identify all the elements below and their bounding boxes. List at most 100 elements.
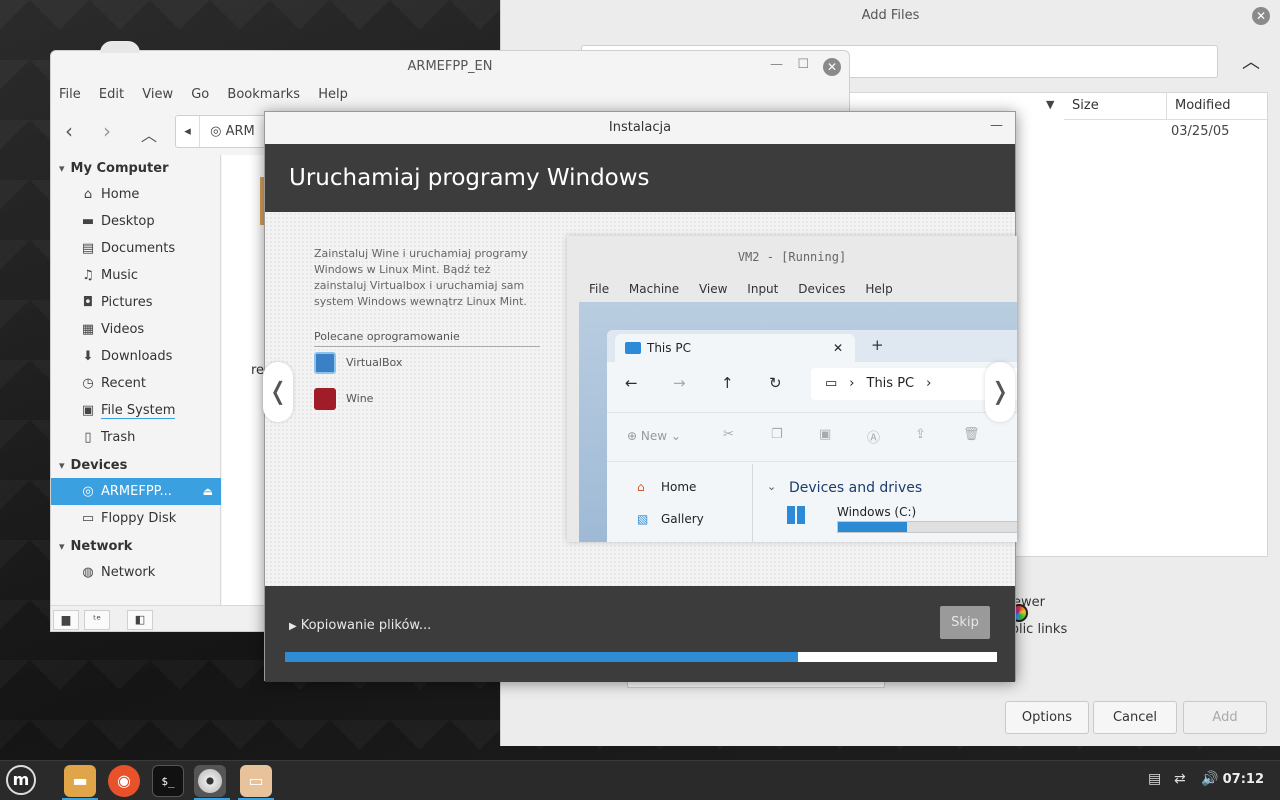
sidebar-item-pictures[interactable]: ◘ Pictures	[51, 289, 221, 316]
sidebar-item-documents[interactable]: ▤ Documents	[51, 235, 221, 262]
floppy-icon: ▭	[81, 511, 95, 526]
installer-footer: ▶ Kopiowanie plików... Skip	[265, 586, 1015, 682]
maximize-icon[interactable]: ☐	[797, 57, 809, 72]
sidebar-item-recent[interactable]: ◷ Recent	[51, 370, 221, 397]
film-icon: ▦	[81, 322, 95, 337]
network-icon[interactable]: ⇄	[1174, 771, 1186, 787]
delete-icon: 🗑	[963, 427, 980, 442]
menu-bookmarks[interactable]: Bookmarks	[227, 87, 300, 102]
home-icon: ⌂	[83, 187, 93, 202]
slideshow: Zainstaluj Wine i uruchamiaj programy Wi…	[263, 212, 1017, 586]
plus-icon: +	[871, 336, 884, 354]
location-back-icon[interactable]: ◂	[176, 116, 200, 147]
notes-icon[interactable]: ▤	[1148, 771, 1161, 787]
sidebar-item-label: File System	[101, 403, 176, 419]
places-view-icon[interactable]: ▆	[53, 610, 79, 630]
clock[interactable]: 07:12	[1223, 772, 1264, 787]
arrow-up-icon: ↑	[721, 374, 734, 392]
next-slide-button[interactable]: ❭	[985, 362, 1015, 422]
clock-icon: ◷	[82, 376, 94, 391]
globe-icon: ◍	[82, 565, 94, 580]
sidebar-item-network[interactable]: ◍ Network	[51, 559, 221, 586]
cancel-button[interactable]: Cancel	[1093, 701, 1177, 734]
vm-menu-machine: Machine	[628, 282, 680, 296]
folder-icon[interactable]: ▬	[64, 765, 96, 797]
forward-icon[interactable]: ›	[103, 119, 111, 143]
sidebar-item-floppy[interactable]: ▭ Floppy Disk	[51, 505, 221, 532]
installer-app-icon[interactable]: ▭	[240, 765, 272, 797]
vm-menu-file: File	[589, 282, 610, 296]
sort-arrow-icon[interactable]: ▼	[1046, 98, 1054, 111]
column-size[interactable]: Size	[1064, 92, 1167, 120]
copy-icon: ❐	[771, 427, 783, 442]
disc-icon: ◎	[210, 124, 222, 139]
location-bar[interactable]: ◂ ◎ ARM	[175, 115, 275, 148]
column-modified[interactable]: Modified	[1167, 92, 1267, 120]
monitor-icon	[625, 342, 641, 354]
sidebar-item-label: Pictures	[101, 295, 153, 310]
wine-icon	[314, 388, 336, 410]
disc-icon: ◎	[82, 484, 94, 499]
installer-window: Instalacja — Uruchamiaj programy Windows…	[263, 111, 1017, 682]
sidebar-item-trash[interactable]: ▯ Trash	[51, 424, 221, 451]
sidebar-item-home[interactable]: ⌂ Home	[51, 181, 221, 208]
chevron-up-icon[interactable]: ︿	[1242, 48, 1260, 74]
sidebar-item-desktop[interactable]: ▬ Desktop	[51, 208, 221, 235]
sidebar-item-music[interactable]: ♫ Music	[51, 262, 221, 289]
explorer-tabbar: This PC ✕ +	[607, 330, 1017, 362]
sidebar-item-file-system[interactable]: ▣ File System	[51, 397, 221, 424]
menu-go[interactable]: Go	[191, 87, 209, 102]
app-wine: Wine	[314, 388, 373, 410]
menu-help[interactable]: Help	[318, 87, 348, 102]
progress-label[interactable]: ▶ Kopiowanie plików...	[289, 618, 431, 633]
skip-button[interactable]: Skip	[940, 606, 990, 639]
section-my-computer[interactable]: My Computer	[59, 161, 169, 176]
sidebar-item-downloads[interactable]: ⬇ Downloads	[51, 343, 221, 370]
arrow-left-icon: ←	[625, 374, 638, 392]
add-button[interactable]: Add	[1183, 701, 1267, 734]
mint-menu-icon[interactable]: m	[6, 765, 36, 795]
terminal-icon[interactable]: $_	[152, 765, 184, 797]
expand-triangle-icon[interactable]: ▶	[289, 621, 297, 632]
disc-icon	[198, 769, 222, 793]
up-icon[interactable]: ︿	[141, 122, 157, 146]
back-icon[interactable]: ‹	[65, 119, 73, 143]
slide-description: Zainstaluj Wine i uruchamiaj programy Wi…	[314, 247, 528, 308]
eject-icon[interactable]: ⏏	[203, 478, 213, 505]
menu-view[interactable]: View	[142, 87, 173, 102]
new-label: New	[640, 429, 668, 443]
tree-view-icon[interactable]: ᵗᵉ	[84, 610, 110, 630]
section-network[interactable]: Network	[59, 539, 133, 554]
home-icon: ⌂	[637, 480, 645, 494]
sidebar-item-label: Music	[101, 268, 138, 283]
nav-home: Home	[661, 480, 697, 494]
taskbar: m ▬ ◉ $_ ▭ ▤ ⇄ 🔊 07:12	[0, 760, 1280, 800]
options-button[interactable]: Options	[1005, 701, 1089, 734]
chevron-right-icon: ›	[926, 376, 932, 391]
nav-gallery: Gallery	[661, 512, 704, 526]
hide-sidebar-icon[interactable]: ◧	[127, 610, 153, 630]
previous-slide-button[interactable]: ❬	[263, 362, 293, 422]
close-icon[interactable]: ✕	[823, 58, 841, 76]
sidebar-item-videos[interactable]: ▦ Videos	[51, 316, 221, 343]
drive-usage-bar	[837, 521, 1017, 533]
vm-menubar: File Machine View Input Devices Help	[589, 282, 909, 296]
tab-label: This PC	[647, 341, 691, 355]
minimize-icon[interactable]: —	[990, 118, 1003, 133]
installer-title: Instalacja	[265, 112, 1015, 144]
option-links[interactable]: olic links	[1011, 622, 1067, 637]
sidebar-item-armefpp[interactable]: ◎ ARMEFPP... ⏏	[51, 478, 221, 505]
arrow-right-icon: →	[673, 374, 686, 392]
menu-file[interactable]: File	[59, 87, 81, 102]
add-files-title: Add Files	[861, 8, 920, 23]
close-icon[interactable]: ✕	[1252, 7, 1270, 25]
cd-icon-button[interactable]	[194, 765, 226, 797]
drive-label: Windows (C:)	[837, 505, 917, 519]
firefox-icon[interactable]: ◉	[108, 765, 140, 797]
explorer-navrow: ← → ↑ ↻ ▭ › This PC ›	[607, 362, 1017, 410]
section-devices[interactable]: Devices	[59, 458, 128, 473]
menu-edit[interactable]: Edit	[99, 87, 124, 102]
minimize-icon[interactable]: —	[770, 57, 783, 72]
sidebar-item-label: Desktop	[101, 214, 155, 229]
volume-icon[interactable]: 🔊	[1201, 771, 1218, 787]
